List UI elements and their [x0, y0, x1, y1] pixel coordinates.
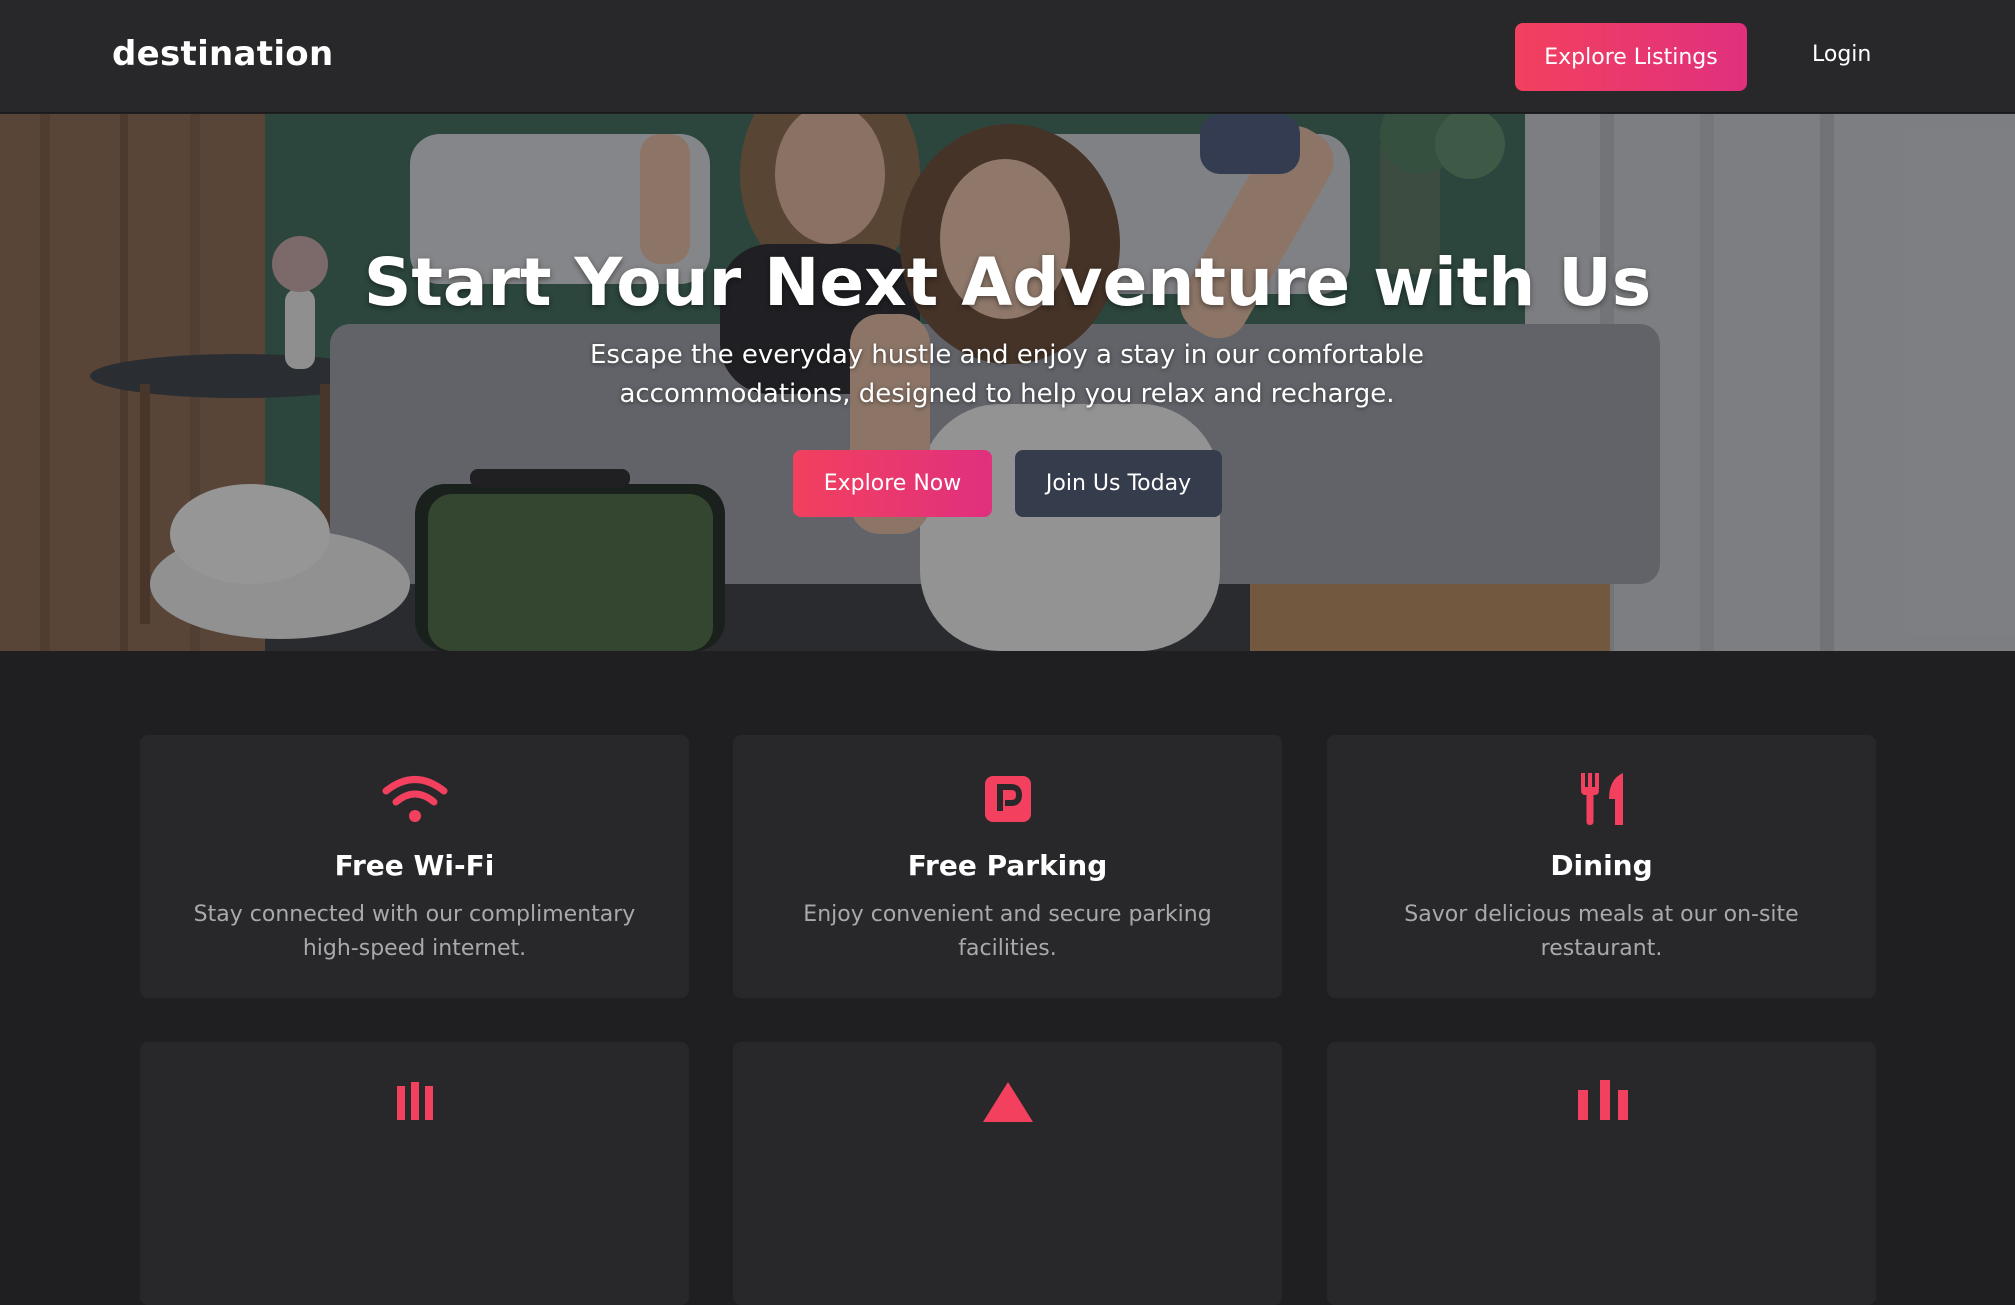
feature-description: Enjoy convenient and secure parking faci…	[803, 902, 1212, 961]
feature-title: Dining	[1550, 849, 1653, 882]
feature-card-partial	[733, 1042, 1282, 1305]
hero-title: Start Your Next Adventure with Us	[363, 244, 1652, 321]
explore-now-button[interactable]: Explore Now	[793, 450, 992, 517]
utensils-icon	[1327, 771, 1876, 827]
feature-title: Free Wi-Fi	[334, 849, 495, 882]
partial-icon	[1572, 1080, 1632, 1124]
feature-card-dining: Dining Savor delicious meals at our on-s…	[1327, 735, 1876, 998]
feature-description: Stay connected with our complimentary hi…	[193, 902, 636, 961]
hero-subtitle: Escape the everyday hustle and enjoy a s…	[589, 340, 1425, 409]
login-link[interactable]: Login	[1812, 42, 1871, 67]
brand-logo[interactable]: destination	[112, 34, 333, 74]
wifi-icon	[140, 771, 689, 827]
feature-card-partial	[1327, 1042, 1876, 1305]
top-navbar: destination Explore Listings Login	[0, 0, 2015, 113]
partial-icon	[397, 1080, 443, 1124]
feature-card-wifi: Free Wi-Fi Stay connected with our compl…	[140, 735, 689, 998]
join-us-today-button[interactable]: Join Us Today	[1015, 450, 1222, 517]
hero-section: Start Your Next Adventure with Us Escape…	[0, 114, 2015, 651]
explore-listings-button[interactable]: Explore Listings	[1515, 23, 1747, 91]
feature-description: Savor delicious meals at our on-site res…	[1404, 902, 1799, 961]
partial-icon	[983, 1082, 1033, 1126]
parking-icon	[733, 771, 1282, 827]
feature-card-partial	[140, 1042, 689, 1305]
feature-title: Free Parking	[907, 849, 1108, 882]
feature-card-parking: Free Parking Enjoy convenient and secure…	[733, 735, 1282, 998]
